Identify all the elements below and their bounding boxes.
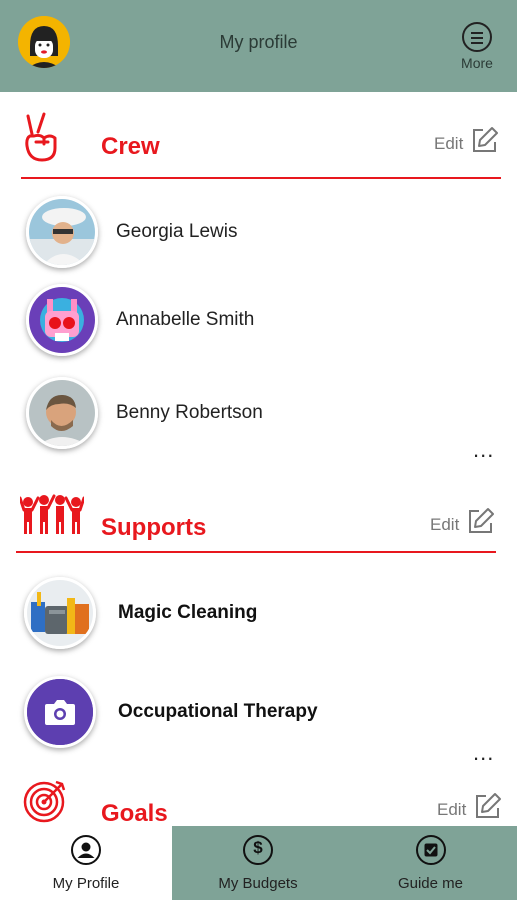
- support-image: [24, 577, 96, 649]
- crew-edit-button[interactable]: Edit: [434, 126, 499, 154]
- crew-member-annabelle[interactable]: Annabelle Smith: [26, 284, 254, 356]
- goals-edit-button[interactable]: Edit: [437, 792, 502, 820]
- tab-label: Guide me: [397, 875, 464, 892]
- tab-my-budgets[interactable]: $ My Budgets: [172, 826, 344, 900]
- support-image: [24, 676, 96, 748]
- tab-guide-me[interactable]: Guide me: [344, 826, 517, 900]
- crew-more-button[interactable]: ...: [473, 437, 494, 463]
- edit-label: Edit: [437, 800, 467, 819]
- top-bar: My profile More: [0, 0, 517, 92]
- more-label: More: [461, 55, 493, 71]
- tab-label: My Budgets: [218, 875, 298, 892]
- peace-hand-icon: [25, 112, 57, 162]
- support-name: Occupational Therapy: [118, 701, 318, 722]
- edit-label: Edit: [434, 134, 464, 153]
- supports-edit-button[interactable]: Edit: [430, 507, 495, 535]
- crew-divider: [21, 177, 501, 179]
- crew-member-benny[interactable]: Benny Robertson: [26, 377, 263, 449]
- target-icon: [23, 780, 66, 823]
- edit-label: Edit: [430, 515, 460, 534]
- tab-label: My Profile: [52, 875, 120, 892]
- guide-check-icon: [415, 835, 446, 865]
- support-magic-cleaning[interactable]: Magic Cleaning: [24, 577, 257, 649]
- goals-title: Goals: [101, 800, 168, 827]
- supports-divider: [16, 551, 496, 553]
- supports-title: Supports: [101, 514, 207, 541]
- page-title: My profile: [219, 32, 298, 52]
- crew-member-georgia[interactable]: Georgia Lewis: [26, 196, 237, 268]
- dollar-icon: $: [243, 835, 273, 865]
- edit-pencil-icon: [469, 508, 495, 533]
- avatar: [26, 377, 98, 449]
- group-people-icon: [20, 494, 84, 534]
- tab-my-profile[interactable]: My Profile: [0, 826, 172, 900]
- crew-member-name: Georgia Lewis: [116, 221, 238, 242]
- hamburger-menu-icon: [462, 22, 492, 52]
- edit-pencil-icon: [473, 127, 499, 152]
- crew-member-name: Benny Robertson: [116, 402, 263, 423]
- supports-more-button[interactable]: ...: [473, 740, 494, 766]
- avatar: [26, 196, 98, 268]
- more-button[interactable]: More: [455, 22, 499, 78]
- avatar: [26, 284, 98, 356]
- crew-title: Crew: [101, 133, 160, 160]
- profile-icon: [71, 835, 101, 865]
- crew-member-name: Annabelle Smith: [116, 309, 255, 330]
- camera-icon: [27, 679, 93, 745]
- bottom-nav: My Profile $ My Budgets Guide me: [0, 826, 517, 900]
- support-occupational-therapy[interactable]: Occupational Therapy: [24, 676, 318, 748]
- edit-pencil-icon: [476, 793, 502, 818]
- support-name: Magic Cleaning: [118, 602, 258, 623]
